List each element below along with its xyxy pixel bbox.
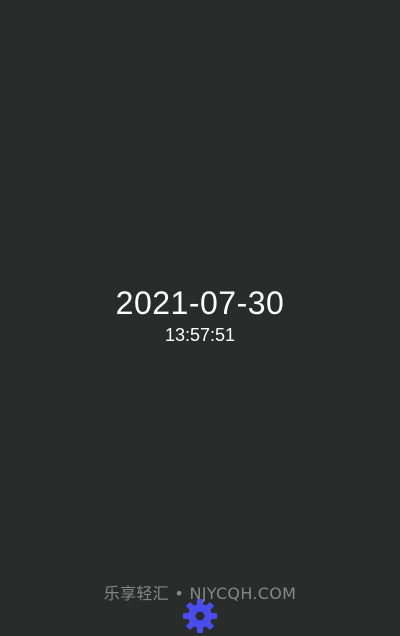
date-text: 2021-07-30 bbox=[115, 285, 285, 321]
settings-button[interactable] bbox=[180, 596, 220, 636]
gear-icon bbox=[183, 599, 217, 633]
clock-screen: 2021-07-30 13:57:51 乐享轻汇 • NJYCQH.COM bbox=[0, 0, 400, 633]
time-text: 13:57:51 bbox=[164, 325, 236, 345]
clock-display: 2021-07-30 13:57:51 bbox=[0, 284, 400, 346]
